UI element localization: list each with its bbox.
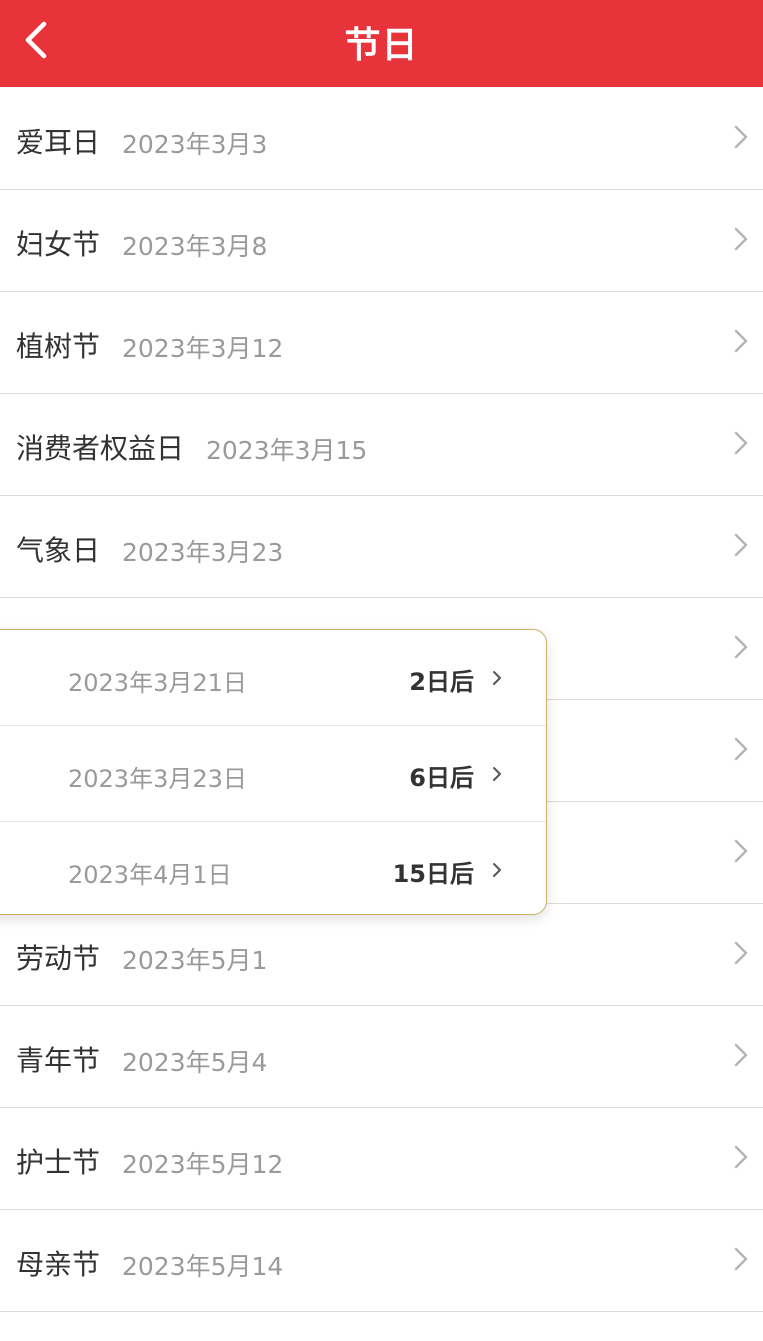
chevron-right-icon (733, 328, 749, 354)
festival-name: 青年节 (16, 1044, 101, 1077)
festival-date: 2023年5月12 (122, 1150, 284, 1179)
upcoming-festival-row[interactable]: 2023年3月21日 2日后 (0, 630, 546, 726)
festival-date: 2023年3月8 (122, 232, 268, 261)
chevron-right-icon (733, 124, 749, 150)
festival-date: 2023年5月14 (122, 1252, 284, 1281)
festival-name: 植树节 (16, 330, 101, 363)
festival-date: 2023年3月15 (206, 436, 368, 465)
countdown-label: 6日后 (409, 764, 474, 792)
chevron-right-icon (733, 430, 749, 456)
upcoming-festival-date: 2023年4月1日 (68, 861, 232, 889)
festival-row[interactable]: 消费者权益日 2023年3月15 (0, 394, 763, 496)
chevron-right-icon (733, 838, 749, 864)
upcoming-festivals-popup: 2023年3月21日 2日后日 2023年3月23日 6日后节 2023年4月1日 15日… (0, 629, 547, 915)
chevron-right-icon (733, 1246, 749, 1272)
chevron-right-icon (733, 634, 749, 660)
festival-row[interactable]: 劳动节 2023年5月1 (0, 904, 763, 1006)
chevron-right-icon (733, 1042, 749, 1068)
festival-name: 护士节 (16, 1146, 101, 1179)
chevron-right-icon (733, 1144, 749, 1170)
upcoming-festival-row[interactable]: 节 2023年4月1日 15日后 (0, 822, 546, 914)
festival-name: 母亲节 (16, 1248, 101, 1281)
festival-date: 2023年5月4 (122, 1048, 268, 1077)
festival-date: 2023年5月1 (122, 946, 268, 975)
upcoming-festival-date: 2023年3月23日 (68, 765, 247, 793)
app-header: 节日 (0, 0, 763, 87)
upcoming-festival-name: 日 (0, 754, 1, 798)
festival-name: 妇女节 (16, 228, 101, 261)
festival-name: 消费者权益日 (16, 432, 185, 465)
festival-row[interactable]: 气象日 2023年3月23 (0, 496, 763, 598)
upcoming-festival-date: 2023年3月21日 (68, 669, 247, 697)
page-title: 节日 (344, 25, 419, 66)
festival-name: 爱耳日 (16, 126, 101, 159)
festival-row[interactable]: 青年节 2023年5月4 (0, 1006, 763, 1108)
upcoming-festival-name: 节 (0, 850, 1, 894)
chevron-right-icon (733, 940, 749, 966)
festival-row[interactable]: 爱耳日 2023年3月3 (0, 88, 763, 190)
festival-row[interactable]: 母亲节 2023年5月14 (0, 1210, 763, 1312)
countdown-label: 15日后 (392, 860, 474, 888)
chevron-right-icon (492, 669, 502, 687)
festival-row[interactable]: 护士节 2023年5月12 (0, 1108, 763, 1210)
chevron-right-icon (733, 532, 749, 558)
chevron-right-icon (492, 861, 502, 879)
festival-name: 气象日 (16, 534, 101, 567)
chevron-right-icon (492, 765, 502, 783)
festival-name: 劳动节 (16, 942, 101, 975)
chevron-right-icon (733, 226, 749, 252)
festival-row[interactable]: 妇女节 2023年3月8 (0, 190, 763, 292)
festival-date: 2023年3月12 (122, 334, 284, 363)
festival-row[interactable]: 植树节 2023年3月12 (0, 292, 763, 394)
festival-date: 2023年3月23 (122, 538, 284, 567)
festival-date: 2023年3月3 (122, 130, 268, 159)
chevron-right-icon (733, 736, 749, 762)
upcoming-festival-row[interactable]: 日 2023年3月23日 6日后 (0, 726, 546, 822)
countdown-label: 2日后 (409, 668, 474, 696)
